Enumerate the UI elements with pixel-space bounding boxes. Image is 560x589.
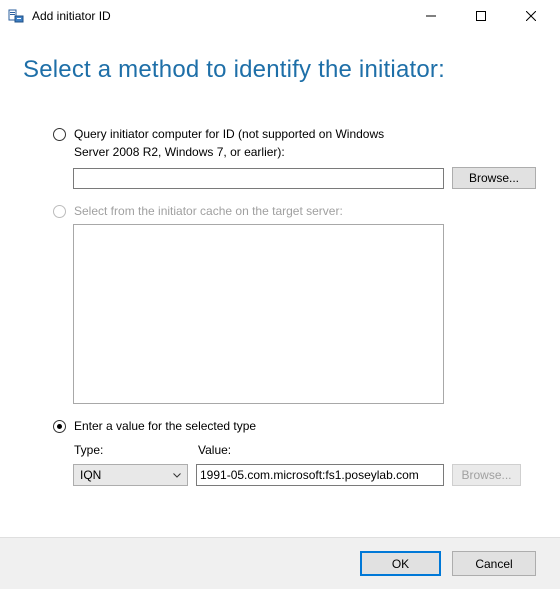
- enter-value-radio[interactable]: [53, 420, 66, 433]
- type-select-value: IQN: [80, 468, 102, 482]
- query-initiator-label-line2: Server 2008 R2, Windows 7, or earlier):: [74, 145, 285, 159]
- minimize-icon: [426, 15, 436, 17]
- type-label: Type:: [74, 443, 104, 457]
- maximize-icon: [476, 11, 486, 21]
- query-browse-button[interactable]: Browse...: [452, 167, 536, 189]
- value-browse-button[interactable]: Browse...: [452, 464, 521, 486]
- query-initiator-radio[interactable]: [53, 128, 66, 141]
- query-initiator-input[interactable]: [73, 168, 444, 189]
- close-button[interactable]: [508, 0, 554, 32]
- maximize-button[interactable]: [458, 0, 504, 32]
- minimize-button[interactable]: [408, 0, 454, 32]
- type-select[interactable]: IQN: [73, 464, 188, 486]
- initiator-cache-list[interactable]: [73, 224, 444, 404]
- chevron-down-icon: [173, 472, 181, 478]
- title-bar: Add initiator ID: [0, 0, 560, 32]
- window-title: Add initiator ID: [32, 9, 111, 23]
- value-label: Value:: [198, 443, 232, 457]
- value-input[interactable]: [196, 464, 444, 486]
- ok-button[interactable]: OK: [360, 551, 441, 576]
- iscsi-initiator-icon: [8, 8, 24, 24]
- close-icon: [526, 11, 536, 21]
- enter-value-label: Enter a value for the selected type: [74, 419, 257, 433]
- initiator-cache-label: Select from the initiator cache on the t…: [74, 204, 343, 218]
- initiator-cache-radio[interactable]: [53, 205, 66, 218]
- page-title: Select a method to identify the initiato…: [23, 56, 445, 83]
- query-initiator-label-line1: Query initiator computer for ID (not sup…: [74, 127, 385, 141]
- cancel-button[interactable]: Cancel: [452, 551, 536, 576]
- dialog-footer: OK Cancel: [0, 537, 560, 589]
